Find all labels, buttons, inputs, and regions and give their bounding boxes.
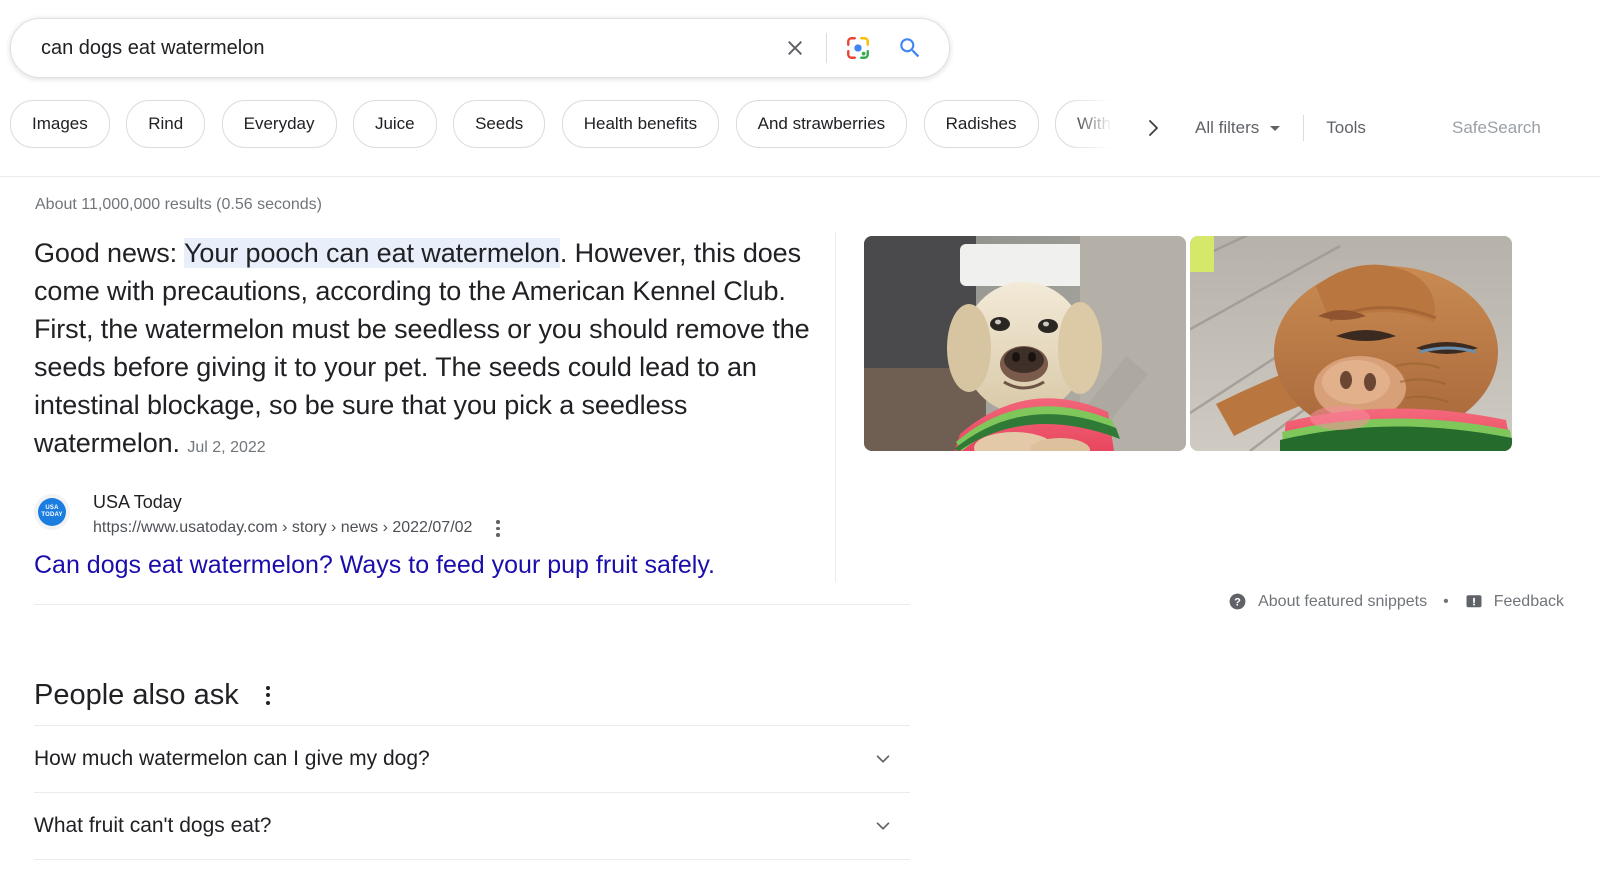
search-bar-container	[10, 18, 950, 78]
featured-snippet-text: Good news: Your pooch can eat watermelon…	[34, 234, 824, 467]
snippet-column-divider	[835, 232, 836, 582]
feedback-link[interactable]: Feedback	[1494, 593, 1564, 611]
kebab-dot	[265, 685, 270, 690]
help-circle-icon[interactable]: ?	[1228, 592, 1247, 611]
more-options-icon[interactable]	[490, 516, 506, 541]
filter-chip-radishes[interactable]: Radishes	[923, 100, 1039, 148]
search-input[interactable]	[41, 36, 778, 60]
filters-toolbar: All filters Tools	[1195, 100, 1366, 156]
favicon-line-1: USA	[45, 505, 59, 511]
google-lens-icon[interactable]	[841, 31, 875, 65]
filter-chip-health-benefits[interactable]: Health benefits	[561, 100, 720, 148]
favicon-line-2: TODAY	[41, 512, 63, 518]
source-url: https://www.usatoday.com › story › news …	[93, 519, 473, 537]
chevron-down-icon	[1269, 118, 1281, 138]
kebab-dot	[496, 526, 500, 530]
snippet-highlight: Your pooch can eat watermelon	[184, 238, 560, 268]
snippet-footer: ? About featured snippets • Feedback	[1228, 592, 1564, 611]
kebab-dot	[265, 693, 270, 697]
filter-chip-juice[interactable]: Juice	[352, 100, 437, 148]
about-featured-snippets-link[interactable]: About featured snippets	[1258, 593, 1427, 611]
header-divider	[0, 176, 1600, 177]
filter-chip-rind[interactable]: Rind	[126, 100, 206, 148]
paa-bottom-divider	[34, 859, 910, 860]
people-also-ask-title: People also ask	[34, 679, 239, 711]
tools-button[interactable]: Tools	[1326, 118, 1366, 138]
result-title-link[interactable]: Can dogs eat watermelon? Ways to feed yo…	[34, 548, 715, 582]
snippet-date: Jul 2, 2022	[187, 439, 266, 456]
chevron-down-icon[interactable]	[868, 744, 898, 774]
search-icon[interactable]	[893, 31, 927, 65]
close-icon[interactable]	[778, 31, 812, 65]
toolbar-divider	[1303, 115, 1305, 141]
chevron-right-icon[interactable]	[1136, 111, 1170, 145]
paa-question-2[interactable]: What fruit can't dogs eat?	[34, 792, 910, 859]
result-stats: About 11,000,000 results (0.56 seconds)	[35, 196, 322, 213]
footer-separator: •	[1443, 592, 1449, 610]
filter-chip-seeds[interactable]: Seeds	[453, 100, 546, 148]
paa-question-1[interactable]: How much watermelon can I give my dog?	[34, 725, 910, 792]
more-options-icon[interactable]	[259, 681, 277, 710]
feedback-icon[interactable]	[1465, 593, 1483, 611]
snippet-source-block[interactable]: USA TODAY USA Today https://www.usatoday…	[34, 490, 506, 541]
filter-chip-with-pancreatitis[interactable]: With pancreatitis	[1054, 100, 1130, 148]
people-also-ask-list: How much watermelon can I give my dog? W…	[34, 725, 910, 860]
kebab-dot	[265, 700, 270, 705]
kebab-dot	[496, 533, 500, 537]
snippet-image-1[interactable]	[864, 236, 1186, 451]
paa-question-text: What fruit can't dogs eat?	[34, 814, 272, 837]
safesearch-button[interactable]: SafeSearch	[1452, 100, 1541, 156]
filter-chip-everyday[interactable]: Everyday	[221, 100, 337, 148]
people-also-ask-header: People also ask	[34, 676, 277, 714]
all-filters-label: All filters	[1195, 118, 1260, 137]
search-bar-divider	[826, 33, 827, 63]
filter-chips-scroll[interactable]: Images Rind Everyday Juice Seeds Health …	[10, 100, 1130, 156]
usa-today-logo-icon: USA TODAY	[38, 498, 66, 526]
all-filters-button[interactable]: All filters	[1195, 118, 1281, 138]
filter-chip-and-strawberries[interactable]: And strawberries	[735, 100, 908, 148]
kebab-dot	[496, 520, 500, 524]
search-bar[interactable]	[10, 18, 950, 78]
source-name: USA Today	[93, 492, 182, 512]
chevron-down-icon[interactable]	[868, 811, 898, 841]
paa-question-text: How much watermelon can I give my dog?	[34, 747, 430, 770]
filter-chip-images[interactable]: Images	[10, 100, 110, 148]
favicon: USA TODAY	[34, 494, 70, 530]
snippet-text-after: . However, this does come with precautio…	[34, 238, 810, 458]
snippet-text-before: Good news:	[34, 238, 184, 268]
filter-chips-row: Images Rind Everyday Juice Seeds Health …	[0, 100, 1600, 156]
snippet-image-row	[864, 236, 1512, 451]
source-meta: USA Today https://www.usatoday.com › sto…	[93, 490, 506, 541]
source-url-row: https://www.usatoday.com › story › news …	[93, 516, 506, 541]
svg-text:?: ?	[1234, 596, 1241, 608]
snippet-footer-divider	[34, 604, 910, 605]
snippet-image-2[interactable]	[1190, 236, 1512, 451]
